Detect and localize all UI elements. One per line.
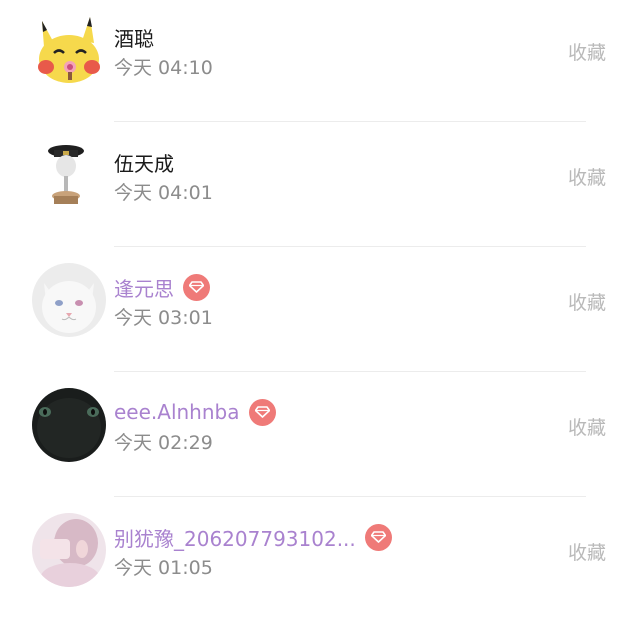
username[interactable]: eee.Alnhnba xyxy=(114,400,240,424)
white-cat-avatar[interactable] xyxy=(32,263,106,337)
visit-time: 今天 01:05 xyxy=(114,557,213,579)
name-line: eee.Alnhnba xyxy=(114,397,276,427)
officer-figure-avatar[interactable] xyxy=(32,138,106,212)
collect-button[interactable]: 收藏 xyxy=(568,288,606,315)
list-item[interactable]: 逢元思 今天 03:01 收藏 xyxy=(0,250,640,375)
list-item[interactable]: eee.Alnhnba 今天 02:29 收藏 xyxy=(0,375,640,500)
name-line: 伍天成 xyxy=(114,147,174,177)
visit-time: 今天 04:01 xyxy=(114,182,213,204)
visit-time: 今天 03:01 xyxy=(114,307,213,329)
divider xyxy=(114,121,586,122)
name-line: 逢元思 xyxy=(114,272,210,302)
collect-button[interactable]: 收藏 xyxy=(568,413,606,440)
collect-button[interactable]: 收藏 xyxy=(568,538,606,565)
username[interactable]: 别犹豫_206207793102... xyxy=(114,523,356,552)
divider xyxy=(114,371,586,372)
collect-button[interactable]: 收藏 xyxy=(568,163,606,190)
visit-time: 今天 04:10 xyxy=(114,57,213,79)
name-line: 酒聪 xyxy=(114,22,154,52)
username[interactable]: 伍天成 xyxy=(114,148,174,177)
visit-time: 今天 02:29 xyxy=(114,432,213,454)
pikachu-avatar[interactable] xyxy=(32,13,106,87)
collect-button[interactable]: 收藏 xyxy=(568,38,606,65)
username[interactable]: 酒聪 xyxy=(114,23,154,52)
username[interactable]: 逢元思 xyxy=(114,273,174,302)
diamond-icon xyxy=(183,273,210,301)
list-item[interactable]: 伍天成 今天 04:01 收藏 xyxy=(0,125,640,250)
girl-photo-avatar[interactable] xyxy=(32,513,106,587)
list-item[interactable]: 别犹豫_206207793102... 今天 01:05 收藏 xyxy=(0,500,640,625)
diamond-icon xyxy=(364,523,392,551)
divider xyxy=(114,246,586,247)
list-item[interactable]: 酒聪 今天 04:10 收藏 xyxy=(0,0,640,125)
black-cat-avatar[interactable] xyxy=(32,388,106,462)
divider xyxy=(114,496,586,497)
name-line: 别犹豫_206207793102... xyxy=(114,522,392,552)
diamond-icon xyxy=(248,398,276,426)
